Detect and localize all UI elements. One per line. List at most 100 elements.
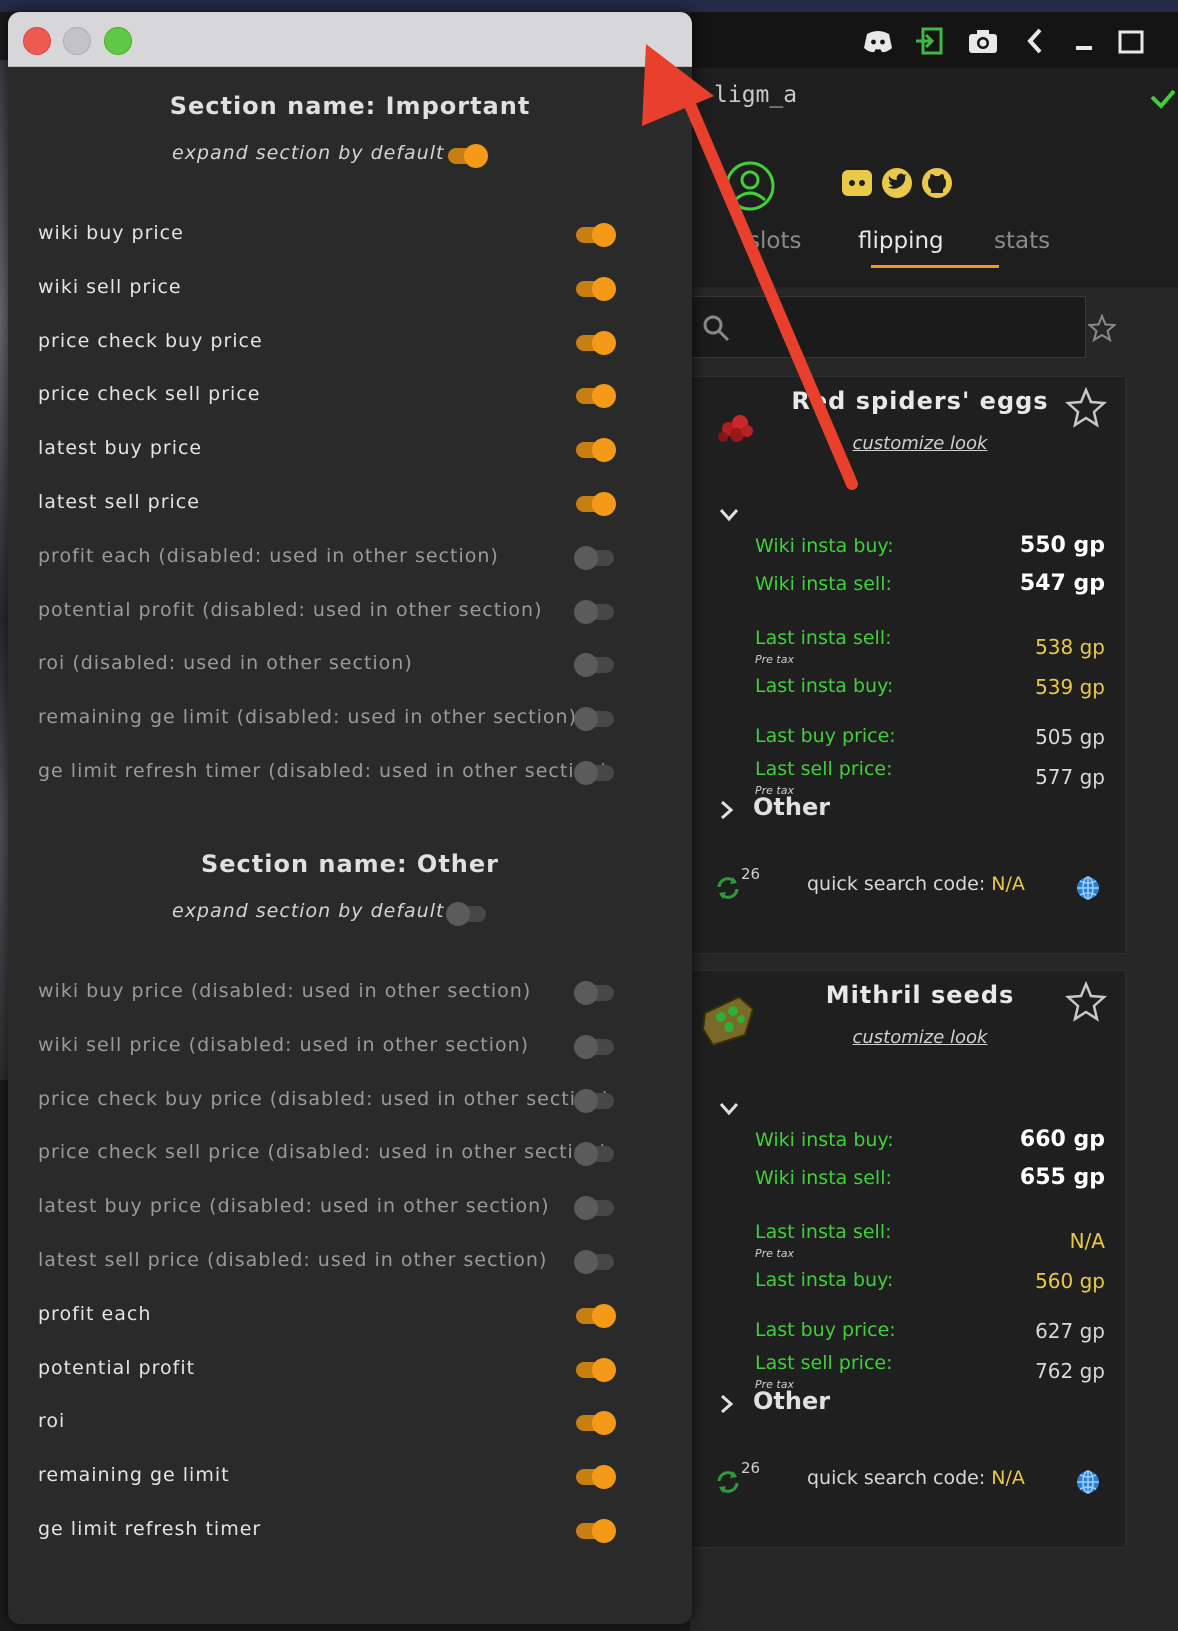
last-buy-price-value: 505 gp [1035, 725, 1105, 749]
field-toggle[interactable] [576, 384, 616, 409]
client-title-bar [690, 12, 1178, 68]
toggle-knob [592, 492, 616, 516]
wiki-insta-buy-value: 550 gp [1019, 533, 1105, 558]
item-name: Red spiders' eggs [791, 387, 1049, 415]
quick-search-label: quick search code: [807, 1467, 986, 1489]
close-button[interactable] [23, 27, 51, 55]
field-toggle[interactable] [576, 492, 616, 516]
chevron-right-icon[interactable] [719, 799, 735, 821]
field-label: potential profit [38, 1356, 196, 1379]
field-toggle[interactable] [576, 1519, 616, 1543]
field-toggle[interactable] [576, 1411, 616, 1436]
field-toggle[interactable] [576, 223, 616, 247]
discord-icon[interactable] [862, 26, 894, 56]
maximize-icon[interactable] [1114, 26, 1146, 56]
field-label: wiki sell price [38, 275, 182, 298]
flipping-plugin-panel: ligm_a slots flipping stats Red spiders'… [684, 12, 1178, 1631]
window-title-bar[interactable] [8, 12, 692, 67]
favorite-star-icon[interactable] [1065, 981, 1107, 1023]
field-label: latest buy price [38, 437, 203, 460]
quick-search-value: N/A [991, 1467, 1025, 1489]
field-toggle[interactable] [576, 438, 616, 463]
other-section-toggle[interactable]: Other [753, 793, 830, 821]
field-toggle[interactable] [576, 1465, 616, 1490]
refresh-count: 26 [741, 1459, 761, 1477]
toggle-knob [574, 981, 598, 1005]
favorite-star-icon[interactable] [1065, 387, 1107, 429]
item-card: Mithril seeds customize look Wiki insta … [684, 970, 1126, 1548]
other-section-toggle[interactable]: Other [753, 1387, 830, 1415]
search-field[interactable] [684, 296, 1086, 358]
globe-icon[interactable] [1075, 875, 1101, 901]
github-icon[interactable] [920, 166, 954, 200]
refresh-icon[interactable] [713, 873, 743, 903]
last-insta-buy-label: Last insta buy: [755, 1269, 894, 1291]
last-insta-sell-label: Last insta sell: [755, 627, 892, 649]
toggle-knob [592, 276, 616, 301]
toggle-knob [464, 144, 488, 168]
tab-slots[interactable]: slots [748, 228, 801, 254]
toggle-knob [574, 599, 598, 624]
field-toggle [574, 981, 614, 1005]
active-tab-indicator [871, 265, 999, 268]
toggle-knob [592, 1519, 616, 1543]
last-insta-buy-label: Last insta buy: [755, 675, 894, 697]
tab-flipping[interactable]: flipping [858, 228, 944, 254]
field-toggle[interactable] [576, 276, 616, 301]
toggle-knob [592, 438, 616, 463]
discord-icon[interactable] [840, 166, 874, 200]
field-label: latest sell price [38, 491, 200, 513]
account-selector[interactable]: ligm_a [690, 68, 1178, 128]
field-label: remaining ge limit (disabled: used in ot… [38, 706, 578, 729]
expand-by-default-label: expand section by default [172, 142, 445, 164]
field-toggle[interactable] [576, 1303, 616, 1328]
quick-search-code: quick search code: N/A [807, 1467, 1025, 1489]
refresh-icon[interactable] [713, 1467, 743, 1497]
last-insta-sell-label: Last insta sell: [755, 1221, 892, 1243]
wiki-insta-buy-label: Wiki insta buy: [755, 535, 894, 557]
pre-tax-note: Pre tax [755, 1247, 794, 1260]
customize-look-link[interactable]: customize look [775, 433, 1065, 454]
field-toggle[interactable] [576, 330, 616, 355]
quick-search-value: N/A [991, 873, 1025, 895]
chevron-left-icon[interactable] [1020, 26, 1052, 56]
globe-icon[interactable] [1075, 1469, 1101, 1495]
minimize-icon[interactable] [1068, 26, 1100, 56]
camera-icon[interactable] [967, 26, 999, 56]
customize-look-link[interactable]: customize look [775, 1027, 1065, 1048]
field-toggle [574, 599, 614, 624]
item-card: Red spiders' eggs customize look Wiki in… [684, 376, 1126, 954]
field-label: remaining ge limit [38, 1464, 230, 1487]
minimize-button[interactable] [63, 27, 91, 55]
field-label: price check sell price (disabled: used i… [38, 1141, 608, 1164]
profile-icon[interactable] [724, 160, 776, 212]
toggle-knob [574, 707, 598, 732]
login-icon[interactable] [914, 26, 946, 56]
toggle-knob [574, 1088, 598, 1113]
toggle-knob [446, 902, 470, 926]
field-label: wiki sell price (disabled: used in other… [38, 1033, 530, 1056]
wiki-insta-buy-value: 660 gp [1019, 1127, 1105, 1152]
field-label: wiki buy price [38, 222, 184, 244]
section-title: Section name: Important [169, 92, 531, 120]
chevron-down-icon[interactable] [719, 1101, 739, 1117]
toggle-knob [574, 1250, 598, 1274]
chevron-down-icon[interactable] [719, 507, 739, 523]
field-toggle[interactable] [576, 1357, 616, 1382]
chevron-right-icon[interactable] [719, 1393, 735, 1415]
favorites-filter-star-icon[interactable] [1088, 314, 1116, 342]
twitter-icon[interactable] [880, 166, 914, 200]
zoom-button[interactable] [104, 27, 132, 55]
expand-by-default-toggle[interactable] [446, 902, 486, 926]
field-toggle [574, 707, 614, 732]
field-label: latest buy price (disabled: used in othe… [38, 1195, 550, 1218]
tab-stats[interactable]: stats [994, 228, 1050, 254]
field-label: price check buy price [38, 329, 263, 352]
last-sell-price-label: Last sell price: [755, 1352, 893, 1374]
expand-by-default-toggle[interactable] [448, 144, 488, 168]
last-sell-price-label: Last sell price: [755, 758, 893, 780]
field-label: wiki buy price (disabled: used in other … [38, 980, 532, 1002]
field-toggle [574, 761, 614, 785]
wiki-insta-sell-value: 655 gp [1019, 1165, 1105, 1190]
toggle-knob [574, 1034, 598, 1059]
